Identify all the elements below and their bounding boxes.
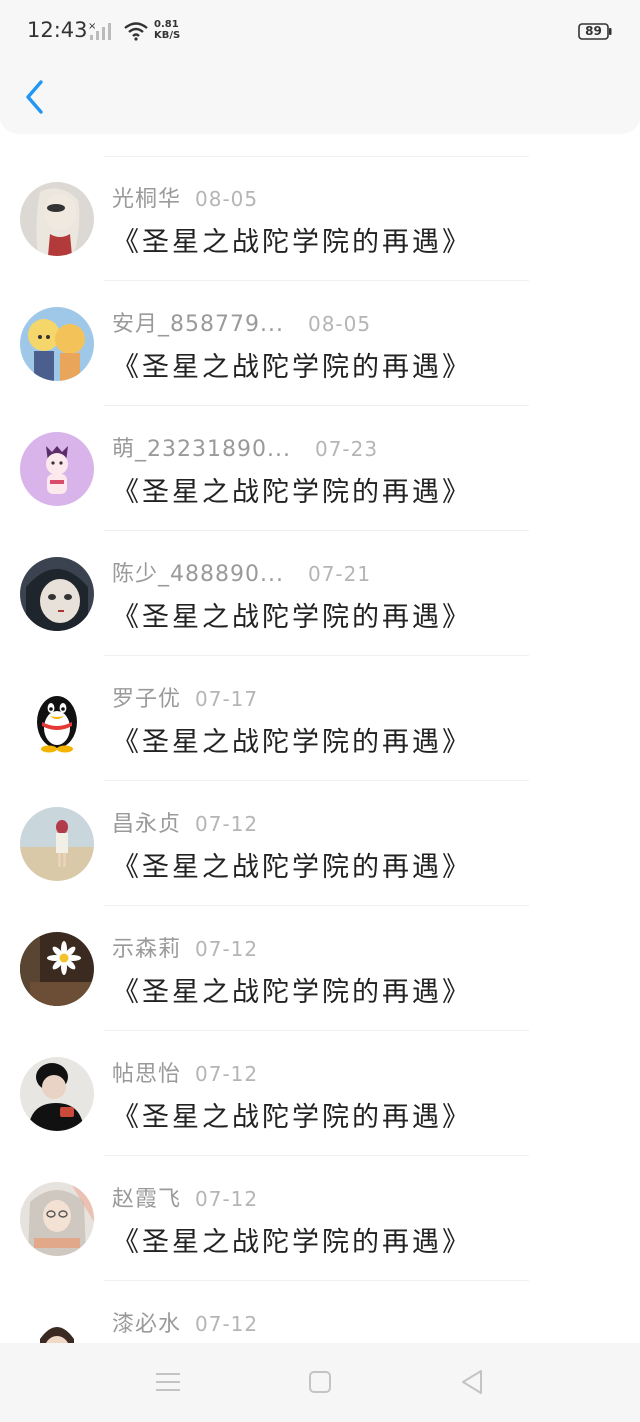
comment-text: 《圣星之战陀学院的再遇》 bbox=[112, 977, 472, 1008]
comment-author[interactable]: 漆必水 bbox=[112, 1306, 181, 1338]
net-speed-unit: KB/S bbox=[154, 30, 181, 41]
avatar[interactable] bbox=[20, 1057, 94, 1131]
menu-button[interactable] bbox=[153, 1367, 183, 1397]
net-speed: 0.81 KB/S bbox=[154, 19, 180, 41]
comment-text: 《圣星之战陀学院的再遇》 bbox=[112, 1102, 472, 1133]
avatar[interactable] bbox=[20, 807, 94, 881]
comment-text: 《圣星之战陀学院的再遇》 bbox=[112, 352, 472, 383]
comment-list: 光桐华 08-05 《圣星之战陀学院的再遇》 安月_858779... 08-05 … bbox=[0, 156, 640, 1406]
home-square-icon bbox=[309, 1371, 331, 1393]
penguin-icon bbox=[20, 682, 94, 756]
comment-text: 《圣星之战陀学院的再遇》 bbox=[112, 852, 472, 883]
title-bar bbox=[0, 62, 640, 132]
back-button[interactable] bbox=[16, 76, 56, 118]
net-speed-value: 0.81 bbox=[154, 19, 179, 30]
avatar[interactable] bbox=[20, 932, 94, 1006]
comment-author[interactable]: 安月_858779... bbox=[112, 306, 284, 338]
comment-author[interactable]: 赵霞飞 bbox=[112, 1181, 181, 1213]
battery-level: 89 bbox=[585, 24, 602, 38]
avatar[interactable] bbox=[20, 432, 94, 506]
comment-author[interactable]: 示森莉 bbox=[112, 931, 181, 963]
list-item[interactable]: 帖思怡 07-12 《圣星之战陀学院的再遇》 bbox=[0, 1031, 640, 1156]
back-triangle-icon bbox=[462, 1370, 482, 1394]
avatar[interactable] bbox=[20, 1182, 94, 1256]
comment-text: 《圣星之战陀学院的再遇》 bbox=[112, 477, 472, 508]
comment-text: 《圣星之战陀学院的再遇》 bbox=[112, 602, 472, 633]
comment-author[interactable]: 光桐华 bbox=[112, 181, 181, 213]
comment-text: 《圣星之战陀学院的再遇》 bbox=[112, 227, 472, 258]
nav-back-button[interactable] bbox=[457, 1367, 487, 1397]
avatar[interactable] bbox=[20, 182, 94, 256]
avatar[interactable] bbox=[20, 557, 94, 631]
comment-date: 08-05 bbox=[307, 312, 372, 336]
comment-date: 07-12 bbox=[195, 1062, 259, 1086]
comment-date: 07-12 bbox=[195, 812, 259, 836]
list-item[interactable]: 昌永贞 07-12 《圣星之战陀学院的再遇》 bbox=[0, 781, 640, 906]
comment-date: 07-12 bbox=[195, 1312, 259, 1336]
list-item[interactable]: 陈少_488890... 07-21 《圣星之战陀学院的再遇》 bbox=[0, 531, 640, 656]
list-item[interactable]: 赵霞飞 07-12 《圣星之战陀学院的再遇》 bbox=[0, 1156, 640, 1281]
comment-author[interactable]: 萌_23231890... bbox=[112, 431, 291, 463]
svg-text:×: × bbox=[88, 21, 96, 32]
comment-author[interactable]: 帖思怡 bbox=[112, 1056, 181, 1088]
comment-date: 07-23 bbox=[314, 437, 379, 461]
comment-author[interactable]: 陈少_488890... bbox=[112, 556, 284, 588]
avatar[interactable] bbox=[20, 682, 94, 756]
status-time: 12:43 bbox=[27, 18, 88, 42]
comment-date: 07-17 bbox=[195, 687, 259, 711]
list-item[interactable]: 萌_23231890... 07-23 《圣星之战陀学院的再遇》 bbox=[0, 406, 640, 531]
wifi-icon bbox=[124, 22, 148, 41]
list-item[interactable]: 罗子优 07-17 《圣星之战陀学院的再遇》 bbox=[0, 656, 640, 781]
home-button[interactable] bbox=[305, 1367, 335, 1397]
comment-author[interactable]: 昌永贞 bbox=[112, 806, 181, 838]
comment-text: 《圣星之战陀学院的再遇》 bbox=[112, 1227, 472, 1258]
comment-author[interactable]: 罗子优 bbox=[112, 681, 181, 713]
list-item[interactable]: 安月_858779... 08-05 《圣星之战陀学院的再遇》 bbox=[0, 281, 640, 406]
chevron-left-icon bbox=[26, 80, 43, 114]
signal-icon: × bbox=[88, 21, 111, 40]
comment-date: 08-05 bbox=[195, 187, 259, 211]
status-bar: 12:43 × 0.81 KB/S 89 bbox=[0, 0, 640, 62]
comment-date: 07-21 bbox=[307, 562, 372, 586]
comment-date: 07-12 bbox=[195, 1187, 259, 1211]
list-item[interactable]: 示森莉 07-12 《圣星之战陀学院的再遇》 bbox=[0, 906, 640, 1031]
list-item[interactable]: 光桐华 08-05 《圣星之战陀学院的再遇》 bbox=[0, 156, 640, 281]
avatar[interactable] bbox=[20, 307, 94, 381]
system-nav-bar bbox=[0, 1343, 640, 1422]
comment-text: 《圣星之战陀学院的再遇》 bbox=[112, 727, 472, 758]
comment-date: 07-12 bbox=[195, 937, 259, 961]
menu-icon bbox=[156, 1373, 180, 1391]
